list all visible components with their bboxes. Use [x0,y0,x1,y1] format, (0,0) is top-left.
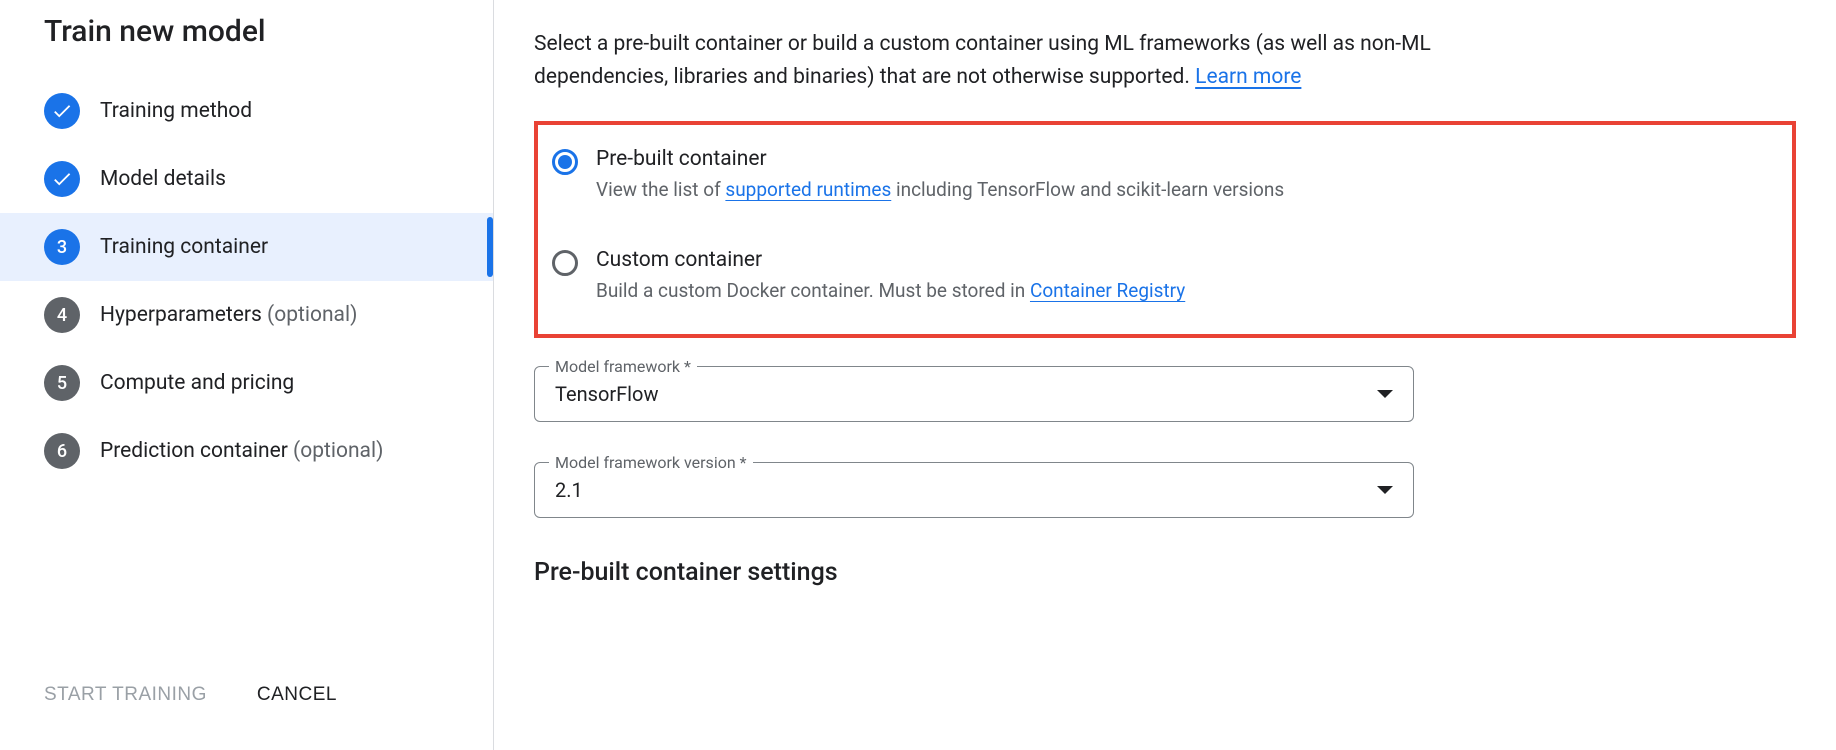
start-training-button[interactable]: START TRAINING [44,684,207,706]
radio-content: Pre-built container View the list of sup… [596,147,1778,204]
step-model-details[interactable]: Model details [0,145,493,213]
step-training-method[interactable]: Training method [0,77,493,145]
step-label: Training method [100,99,252,123]
check-icon [44,93,80,129]
desc-text: View the list of [596,178,725,201]
supported-runtimes-link[interactable]: supported runtimes [725,178,891,201]
container-type-radio-group: Pre-built container View the list of sup… [534,121,1796,338]
step-training-container[interactable]: 3 Training container [0,213,493,281]
step-label-text: Hyperparameters [100,303,262,327]
step-prediction-container[interactable]: 6 Prediction container (optional) [0,417,493,485]
select-label: Model framework version * [549,453,753,472]
step-optional-text: (optional) [293,439,383,463]
step-label: Model details [100,167,226,191]
learn-more-link[interactable]: Learn more [1195,65,1301,89]
step-compute-pricing[interactable]: 5 Compute and pricing [0,349,493,417]
cancel-button[interactable]: CANCEL [257,684,337,706]
step-label: Training container [100,235,268,259]
model-framework-select[interactable]: Model framework * TensorFlow [534,366,1414,422]
page-title: Train new model [0,14,493,77]
select-value: TensorFlow [555,382,658,406]
sidebar: Train new model Training method Model de… [0,0,494,750]
sidebar-actions: START TRAINING CANCEL [0,656,493,750]
chevron-down-icon [1377,486,1393,494]
select-label: Model framework * [549,357,697,376]
desc-text: Build a custom Docker container. Must be… [596,279,1030,302]
container-registry-link[interactable]: Container Registry [1030,279,1185,302]
step-number-icon: 5 [44,365,80,401]
step-label: Compute and pricing [100,371,294,395]
radio-title: Pre-built container [596,147,1778,171]
step-number-icon: 4 [44,297,80,333]
radio-description: Build a custom Docker container. Must be… [596,278,1778,305]
check-icon [44,161,80,197]
description: Select a pre-built container or build a … [534,28,1474,93]
step-optional-text: (optional) [267,303,357,327]
step-label: Hyperparameters (optional) [100,303,357,327]
desc-text: including TensorFlow and scikit-learn ve… [891,178,1284,201]
radio-button-icon[interactable] [552,250,578,276]
prebuilt-settings-heading: Pre-built container settings [534,558,1796,587]
radio-content: Custom container Build a custom Docker c… [596,248,1778,305]
chevron-down-icon [1377,390,1393,398]
step-list: Training method Model details 3 Training… [0,77,493,656]
select-value: 2.1 [555,478,583,502]
step-label-text: Prediction container [100,439,288,463]
radio-title: Custom container [596,248,1778,272]
radio-prebuilt-container[interactable]: Pre-built container View the list of sup… [552,141,1778,216]
step-label: Prediction container (optional) [100,439,383,463]
radio-button-icon[interactable] [552,149,578,175]
radio-description: View the list of supported runtimes incl… [596,177,1778,204]
model-framework-version-select[interactable]: Model framework version * 2.1 [534,462,1414,518]
step-number-icon: 3 [44,229,80,265]
main-content: Select a pre-built container or build a … [494,0,1836,750]
radio-custom-container[interactable]: Custom container Build a custom Docker c… [552,242,1778,317]
step-hyperparameters[interactable]: 4 Hyperparameters (optional) [0,281,493,349]
step-number-icon: 6 [44,433,80,469]
